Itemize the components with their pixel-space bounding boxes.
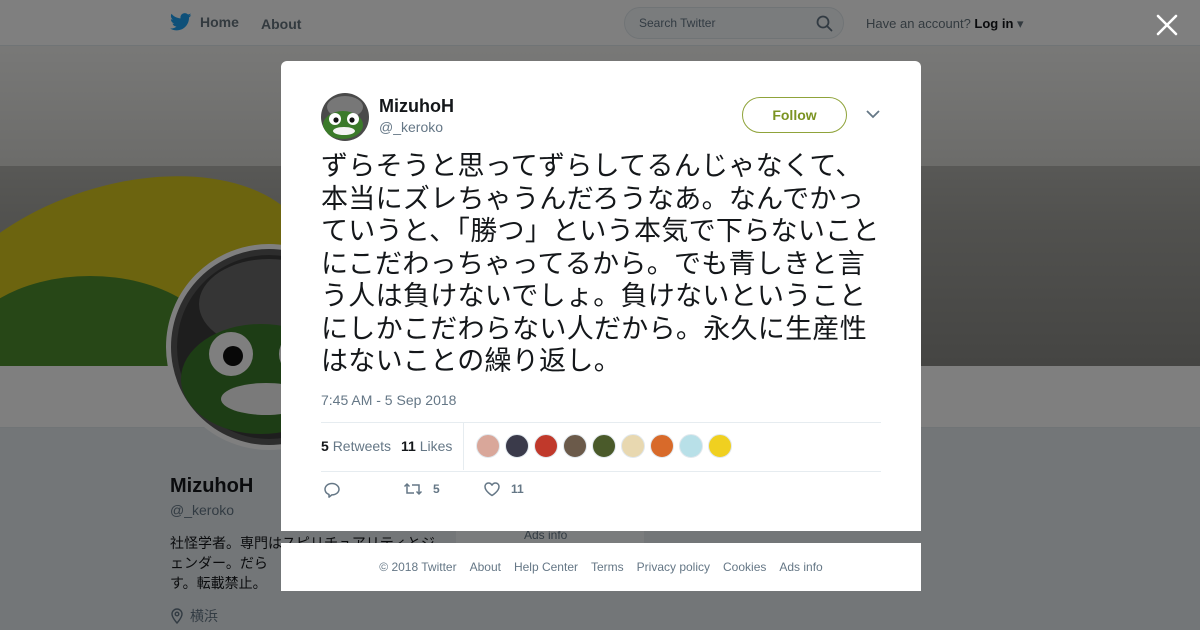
footer-link[interactable]: About — [470, 560, 501, 574]
tweet-text: ずらそうと思ってずらしてるんじゃなくて、本当にズレちゃうんだろうなあ。なんでかっ… — [321, 151, 880, 377]
like-button[interactable]: 11 — [483, 481, 524, 497]
footer-link[interactable]: Privacy policy — [637, 560, 710, 574]
stats-divider — [463, 423, 464, 470]
footer-link[interactable]: © 2018 Twitter — [379, 560, 456, 574]
liker-avatar[interactable] — [476, 434, 500, 458]
footer-link[interactable]: Terms — [591, 560, 624, 574]
retweets-count: 5 — [321, 438, 329, 454]
tweet-author-handle[interactable]: @_keroko — [379, 119, 443, 135]
retweet-icon — [403, 482, 423, 496]
liker-avatar[interactable] — [708, 434, 732, 458]
liker-avatar[interactable] — [534, 434, 558, 458]
footer-link[interactable]: Ads info — [779, 560, 822, 574]
close-icon[interactable] — [1154, 12, 1180, 38]
tweet-actions: 5 11 — [321, 481, 621, 501]
tweet-modal: MizuhoH @_keroko Follow ずらそうと思ってずらしてるんじゃ… — [281, 61, 921, 531]
retweet-count: 5 — [433, 482, 440, 496]
reply-icon — [324, 482, 340, 498]
likes-label: Likes — [419, 438, 453, 454]
tweet-stats: 5 Retweets 11 Likes — [321, 422, 881, 472]
liker-avatar[interactable] — [563, 434, 587, 458]
chevron-down-icon[interactable] — [865, 108, 881, 120]
footer-link[interactable]: Cookies — [723, 560, 766, 574]
frog-avatar-image — [321, 93, 369, 141]
retweets-stat[interactable]: 5 Retweets — [321, 438, 391, 454]
heart-icon — [484, 482, 500, 497]
follow-button[interactable]: Follow — [742, 97, 847, 133]
reply-button[interactable] — [323, 481, 341, 499]
likes-stat[interactable]: 11 Likes — [401, 438, 452, 454]
liker-avatar[interactable] — [505, 434, 529, 458]
footer-link[interactable]: Help Center — [514, 560, 578, 574]
likes-count: 11 — [401, 438, 416, 454]
tweet-author-avatar[interactable] — [321, 93, 369, 141]
liker-avatar[interactable] — [592, 434, 616, 458]
retweet-button[interactable]: 5 — [403, 481, 440, 497]
liker-avatar[interactable] — [679, 434, 703, 458]
liker-avatar[interactable] — [650, 434, 674, 458]
tweet-author-name[interactable]: MizuhoH — [379, 96, 454, 117]
tweet-timestamp[interactable]: 7:45 AM - 5 Sep 2018 — [321, 392, 456, 408]
like-count: 11 — [511, 482, 524, 496]
liker-avatars — [476, 434, 732, 458]
retweets-label: Retweets — [332, 438, 392, 454]
modal-footer: © 2018 Twitter About Help Center Terms Priva… — [281, 543, 921, 591]
liker-avatar[interactable] — [621, 434, 645, 458]
